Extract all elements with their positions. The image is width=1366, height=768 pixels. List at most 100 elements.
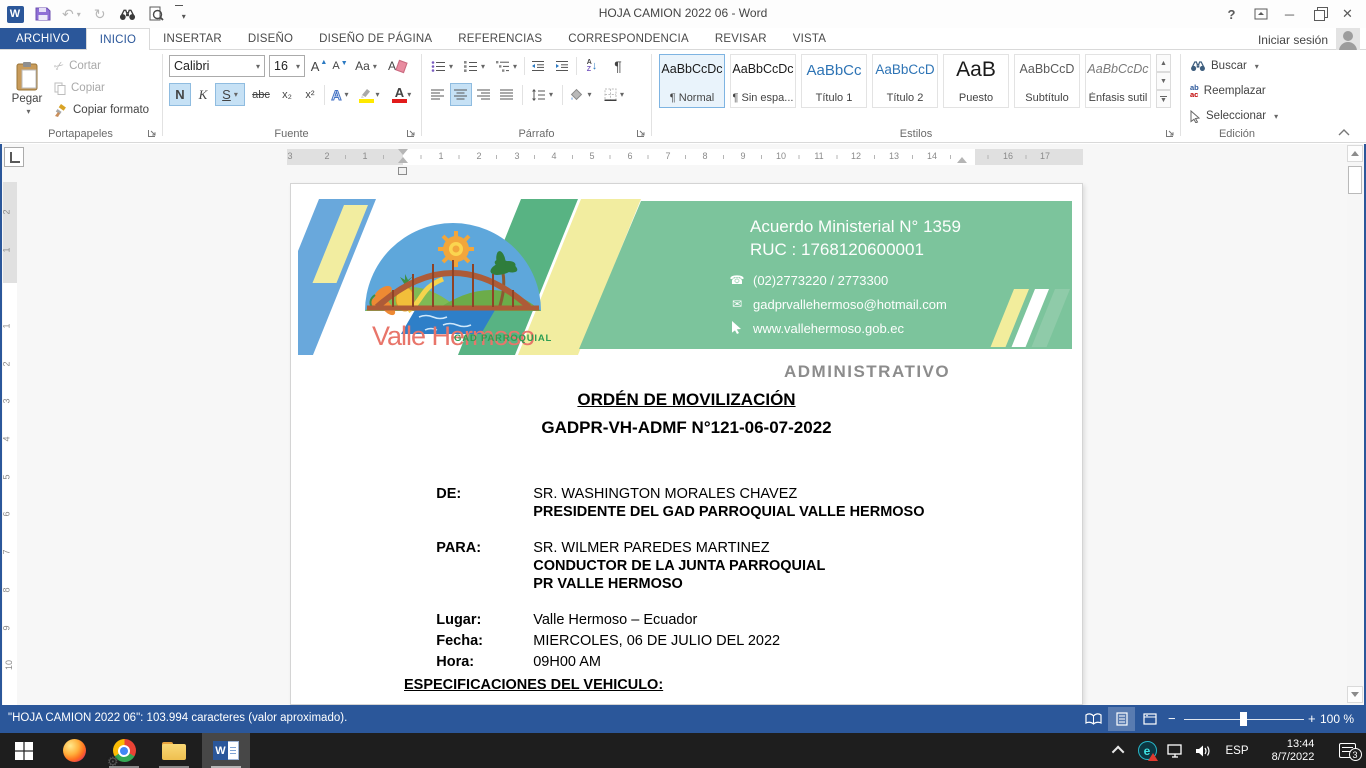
style-subtitulo[interactable]: AaBbCcD Subtítulo [1014, 54, 1080, 108]
tab-diseno-pagina[interactable]: DISEÑO DE PÁGINA [306, 28, 445, 49]
sign-in[interactable]: Iniciar sesión [1258, 28, 1360, 52]
right-indent-marker[interactable] [957, 157, 967, 163]
decrease-indent-button[interactable] [527, 55, 549, 77]
scrollbar-thumb[interactable] [1348, 166, 1362, 194]
font-family-combo[interactable]: Calibri▾ [169, 55, 265, 77]
copy-button[interactable]: Copiar [54, 78, 105, 98]
read-mode-button[interactable] [1080, 707, 1107, 731]
sort-button[interactable]: AZ ↓ [579, 55, 605, 77]
minimize-icon[interactable]: ─ [1275, 1, 1304, 27]
collapse-ribbon-icon[interactable] [1338, 128, 1350, 136]
borders-button[interactable]: ▾ [599, 83, 629, 106]
taskbar-explorer[interactable] [150, 733, 198, 768]
underline-button[interactable]: S▾ [215, 83, 245, 106]
italic-button[interactable]: K [192, 83, 214, 106]
align-center-button[interactable] [450, 83, 472, 106]
print-layout-button[interactable] [1108, 707, 1135, 731]
align-right-button[interactable] [473, 83, 495, 106]
tab-vista[interactable]: VISTA [780, 28, 839, 49]
style-titulo1[interactable]: AaBbCc Título 1 [801, 54, 867, 108]
letterhead-banner: Valle Hermoso GAD PARROQUIAL Acuerdo Min… [298, 199, 1072, 355]
tray-network[interactable] [1162, 733, 1188, 768]
change-case-button[interactable]: Aa▾ [352, 55, 380, 77]
style-normal[interactable]: AaBbCcDc ¶ Normal [659, 54, 725, 108]
zoom-level[interactable]: 100 % [1320, 712, 1354, 726]
superscript-button[interactable]: x² [299, 83, 321, 106]
tab-revisar[interactable]: REVISAR [702, 28, 780, 49]
highlight-color-button[interactable]: ▾ [355, 83, 385, 106]
horizontal-ruler[interactable]: 32112345678910111213141617 [287, 149, 1083, 165]
scroll-down-icon[interactable] [1347, 686, 1363, 703]
action-center[interactable]: 3 [1332, 733, 1362, 768]
zoom-slider-thumb[interactable] [1240, 712, 1247, 726]
document-page[interactable]: Valle Hermoso GAD PARROQUIAL Acuerdo Min… [290, 183, 1083, 705]
bold-button[interactable]: N [169, 83, 191, 106]
tray-show-hidden-icons[interactable] [1106, 733, 1132, 768]
style-enfasis-sutil[interactable]: AaBbCcDc Énfasis sutil [1085, 54, 1151, 108]
strikethrough-button[interactable]: abc [247, 83, 275, 106]
tab-insertar[interactable]: INSERTAR [150, 28, 235, 49]
tab-correspondencia[interactable]: CORRESPONDENCIA [555, 28, 702, 49]
align-left-button[interactable] [427, 83, 449, 106]
subscript-button[interactable]: x₂ [276, 83, 298, 106]
line-spacing-button[interactable]: ▾ [527, 83, 557, 106]
shading-button[interactable]: ▾ [566, 83, 596, 106]
cut-button[interactable]: ✂ Cortar [54, 56, 101, 76]
tab-diseno[interactable]: DISEÑO [235, 28, 306, 49]
styles-scroll-down-icon[interactable]: ▼ [1156, 72, 1171, 90]
hanging-indent-marker[interactable] [398, 157, 408, 163]
tray-clock[interactable]: 13:44 8/7/2022 [1258, 733, 1328, 768]
select-button[interactable]: Seleccionar ▾ [1190, 106, 1278, 126]
clipboard-dialog-launcher-icon[interactable] [147, 127, 158, 138]
replace-button[interactable]: abac Reemplazar [1190, 81, 1266, 101]
find-button[interactable]: Buscar ▾ [1190, 56, 1259, 76]
tray-volume[interactable] [1190, 733, 1216, 768]
style-sin-espaciado[interactable]: AaBbCcDc ¶ Sin espa... [730, 54, 796, 108]
style-puesto[interactable]: AaB Puesto [943, 54, 1009, 108]
status-text[interactable]: "HOJA CAMION 2022 06": 103.994 caractere… [8, 712, 347, 724]
left-indent-marker[interactable] [398, 167, 407, 175]
font-color-button[interactable]: A ▾ [388, 83, 418, 106]
style-titulo2[interactable]: AaBbCcD Título 2 [872, 54, 938, 108]
increase-indent-button[interactable] [551, 55, 573, 77]
tab-archivo[interactable]: ARCHIVO [0, 28, 86, 49]
taskbar-firefox[interactable] [50, 733, 98, 768]
scroll-up-icon[interactable] [1347, 145, 1363, 162]
vertical-scrollbar[interactable] [1347, 145, 1363, 704]
text-effects-button[interactable]: A ▾ [327, 83, 353, 106]
zoom-out-icon[interactable]: − [1168, 711, 1176, 726]
clear-formatting-button[interactable]: A [384, 55, 410, 77]
vertical-ruler[interactable]: 2112345678910 [3, 182, 17, 705]
tab-stop-selector[interactable] [4, 147, 24, 167]
first-line-indent-marker[interactable] [398, 149, 408, 155]
styles-dialog-launcher-icon[interactable] [1165, 127, 1176, 138]
multilevel-list-button[interactable]: ▾ [491, 55, 521, 77]
show-paragraph-marks-button[interactable]: ¶ [607, 55, 629, 77]
font-size-combo[interactable]: 16▾ [269, 55, 305, 77]
justify-button[interactable] [496, 83, 518, 106]
tray-antivirus[interactable]: e [1134, 733, 1160, 768]
format-painter-button[interactable]: Copiar formato [54, 100, 149, 120]
ribbon-display-options-icon[interactable] [1246, 1, 1275, 27]
font-dialog-launcher-icon[interactable] [406, 127, 417, 138]
paragraph-dialog-launcher-icon[interactable] [636, 127, 647, 138]
taskbar-word[interactable]: W [202, 733, 250, 768]
numbering-button[interactable]: ▾ [459, 55, 489, 77]
grow-font-button[interactable]: A▲ [309, 55, 329, 77]
tab-referencias[interactable]: REFERENCIAS [445, 28, 555, 49]
tab-inicio[interactable]: INICIO [86, 28, 150, 50]
styles-scroll-up-icon[interactable]: ▲ [1156, 54, 1171, 72]
print-layout-icon [1116, 712, 1128, 726]
tray-language[interactable]: ESP [1220, 733, 1254, 768]
zoom-in-icon[interactable]: + [1308, 711, 1316, 726]
bullets-button[interactable]: ▾ [427, 55, 457, 77]
paste-button[interactable]: Pegar ▾ [6, 54, 48, 122]
restore-icon[interactable] [1304, 1, 1333, 27]
styles-gallery-expand-icon[interactable]: ▼ [1156, 90, 1171, 108]
close-icon[interactable]: ✕ [1333, 1, 1362, 27]
help-icon[interactable]: ? [1217, 1, 1246, 27]
web-layout-button[interactable] [1136, 707, 1163, 731]
start-button[interactable] [0, 733, 48, 768]
shrink-font-button[interactable]: A▼ [330, 55, 350, 77]
taskbar-chrome[interactable]: ⚙ [100, 733, 148, 768]
